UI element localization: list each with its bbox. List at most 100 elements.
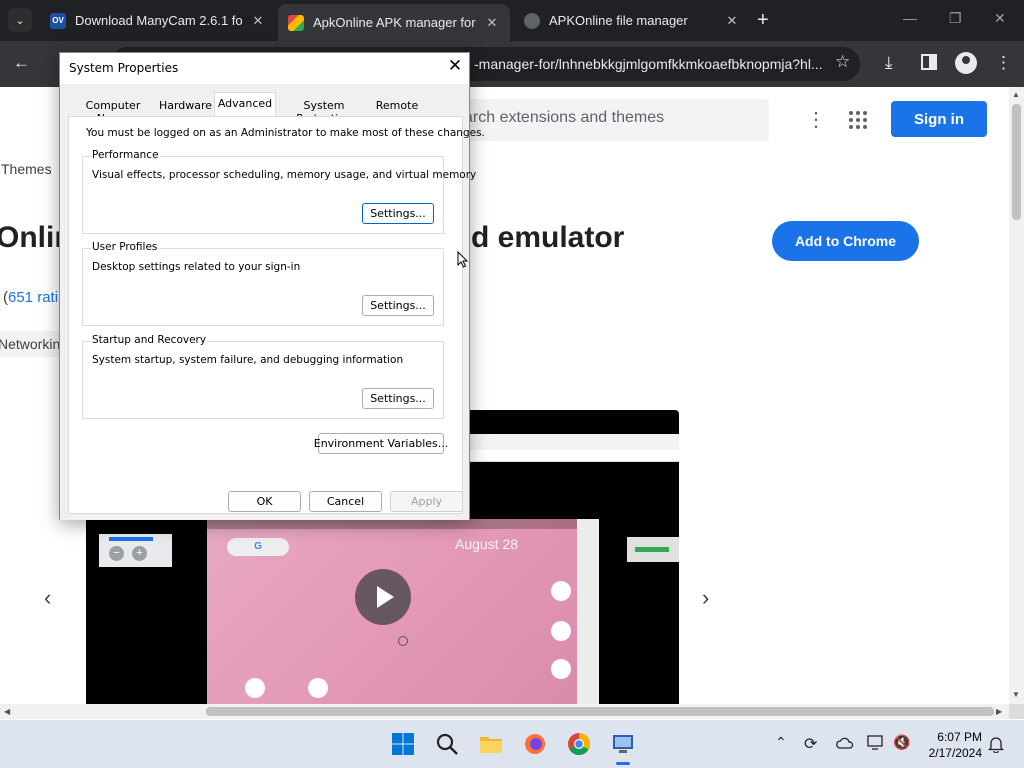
scroll-up-arrow-icon[interactable]: ▲ [1012, 90, 1020, 99]
system-properties-dialog: System Properties ✕ Computer Name Hardwa… [59, 52, 485, 520]
horizontal-scrollbar[interactable]: ◀ ▶ [0, 704, 1009, 719]
download-icon[interactable]: ⤓ [885, 53, 893, 73]
ratings-link[interactable]: (651 rati [3, 289, 58, 306]
windows-start-icon[interactable] [391, 732, 415, 756]
preview-cursor-icon [398, 636, 408, 646]
browser-tab-apkonline-manager[interactable]: ApkOnline APK manager for An ✕ [278, 4, 510, 41]
tab-remote[interactable]: Remote [372, 96, 422, 117]
extension-title-right: d emulator [471, 221, 625, 254]
startup-recovery-description: System startup, system failure, and debu… [92, 354, 404, 366]
active-app-indicator [616, 762, 630, 765]
manycam-favicon-icon: OV [50, 12, 66, 29]
preview-zoom-label [109, 537, 153, 541]
scroll-right-arrow-icon[interactable]: ▶ [996, 707, 1002, 716]
volume-muted-icon[interactable]: 🔇 [893, 734, 910, 751]
environment-variables-button[interactable]: Environment Variables... [314, 433, 448, 454]
search-icon[interactable] [435, 732, 459, 756]
sync-icon[interactable]: ⟳ [804, 734, 817, 754]
themes-link[interactable]: Themes [1, 161, 52, 177]
restore-icon[interactable]: ❐ [949, 10, 962, 27]
close-icon[interactable]: ✕ [724, 13, 740, 29]
admin-note: You must be logged on as an Administrato… [86, 127, 485, 139]
play-icon[interactable] [355, 569, 411, 625]
window-close-icon[interactable]: ✕ [994, 10, 1006, 27]
arrow-left-icon[interactable]: ← [13, 53, 30, 73]
side-panel-icon[interactable] [921, 54, 937, 75]
vertical-scrollbar[interactable]: ▲ ▼ [1009, 87, 1024, 704]
windows-taskbar: ⌃ ⟳ 🔇 6:07 PM 2/17/2024 [0, 720, 1024, 768]
chevron-up-icon[interactable]: ⌃ [775, 734, 787, 751]
firefox-icon[interactable] [523, 732, 547, 756]
preview-browser-tabs [470, 450, 679, 462]
user-profiles-settings-button[interactable]: Settings... [362, 295, 434, 316]
system-properties-icon[interactable] [611, 732, 635, 756]
browser-tab-strip: ⌄ OV Download ManyCam 2.6.1 for W ✕ ApkO… [0, 0, 1024, 41]
tab-computer-name[interactable]: Computer Name [69, 96, 157, 125]
network-icon[interactable] [867, 735, 885, 751]
system-clock[interactable]: 6:07 PM 2/17/2024 [920, 729, 982, 761]
minus-icon: − [109, 546, 124, 561]
tab-title: ApkOnline APK manager for An [313, 15, 476, 30]
performance-description: Visual effects, processor scheduling, me… [92, 169, 477, 181]
close-icon[interactable]: ✕ [484, 15, 500, 31]
performance-group: Performance Visual effects, processor sc… [82, 149, 476, 234]
dialog-title: System Properties [69, 61, 179, 75]
url-text[interactable]: -manager-for/lnhnebkkgjmlgomfkkmkoaefbkn… [474, 56, 834, 72]
minimize-icon[interactable]: — [903, 10, 917, 26]
apply-button[interactable]: Apply [390, 491, 463, 512]
clock-time: 6:07 PM [937, 730, 982, 744]
advanced-tab-panel: You must be logged on as an Administrato… [68, 116, 485, 514]
close-icon[interactable]: ✕ [250, 13, 266, 29]
preview-status-bar [207, 519, 599, 529]
kebab-menu-icon[interactable]: ⋮ [995, 53, 1012, 73]
play-store-app-icon [308, 678, 328, 698]
startup-recovery-settings-button[interactable]: Settings... [362, 388, 434, 409]
add-to-chrome-button[interactable]: Add to Chrome [772, 221, 919, 261]
notification-bell-icon[interactable] [988, 735, 1004, 753]
chevron-down-icon[interactable]: ⌄ [8, 8, 32, 32]
browser-tab-manycam[interactable]: OV Download ManyCam 2.6.1 for W ✕ [40, 6, 276, 35]
preview-zoom-panel: − + [99, 534, 172, 567]
horizontal-scroll-thumb[interactable] [206, 707, 994, 716]
browser-tab-apkonline-file-manager[interactable]: APKOnline file manager ✕ [514, 6, 750, 35]
plus-icon[interactable]: + [757, 9, 769, 31]
mouse-cursor-icon [457, 251, 469, 268]
chevron-right-icon[interactable]: › [702, 585, 709, 611]
star-icon[interactable]: ☆ [835, 52, 850, 72]
preview-green-panel [627, 537, 679, 562]
vertical-scroll-thumb[interactable] [1012, 104, 1021, 220]
startup-recovery-group: Startup and Recovery System startup, sys… [82, 334, 444, 419]
dialog-body: Computer Name Hardware Advanced System P… [60, 84, 485, 520]
dialog-title-bar[interactable]: System Properties ✕ [60, 53, 469, 84]
scrollbar-corner [1009, 704, 1024, 719]
maps-app-icon [245, 678, 265, 698]
chrome-app-icon [551, 581, 571, 601]
ratings-count: 651 rati [8, 289, 59, 306]
chrome-web-store-favicon-icon [288, 14, 304, 31]
more-options-icon[interactable]: ⋮ [806, 107, 826, 132]
file-explorer-icon[interactable] [479, 732, 503, 756]
profile-icon[interactable] [955, 52, 977, 74]
tab-system-protection[interactable]: System Protection [278, 96, 370, 125]
tab-hardware[interactable]: Hardware [158, 96, 213, 117]
preview-google-search-pill: G [227, 538, 289, 556]
globe-favicon-icon [524, 12, 540, 29]
chevron-left-icon[interactable]: ‹ [44, 585, 51, 611]
cancel-button[interactable]: Cancel [309, 491, 382, 512]
close-icon[interactable]: ✕ [446, 58, 464, 76]
performance-label: Performance [91, 149, 160, 161]
scroll-left-arrow-icon[interactable]: ◀ [4, 707, 10, 716]
search-input[interactable]: arch extensions and themes [464, 109, 664, 127]
clock-date: 2/17/2024 [928, 746, 982, 760]
user-profiles-label: User Profiles [91, 241, 159, 253]
performance-settings-button[interactable]: Settings... [362, 203, 434, 224]
scroll-down-arrow-icon[interactable]: ▼ [1012, 690, 1020, 699]
gmail-app-icon [551, 621, 571, 641]
google-apps-icon[interactable] [849, 111, 867, 129]
tab-advanced[interactable]: Advanced [214, 92, 276, 117]
startup-recovery-label: Startup and Recovery [91, 334, 208, 346]
chrome-icon[interactable] [567, 732, 591, 756]
onedrive-icon[interactable] [836, 737, 854, 749]
sign-in-button[interactable]: Sign in [891, 101, 987, 137]
ok-button[interactable]: OK [228, 491, 301, 512]
